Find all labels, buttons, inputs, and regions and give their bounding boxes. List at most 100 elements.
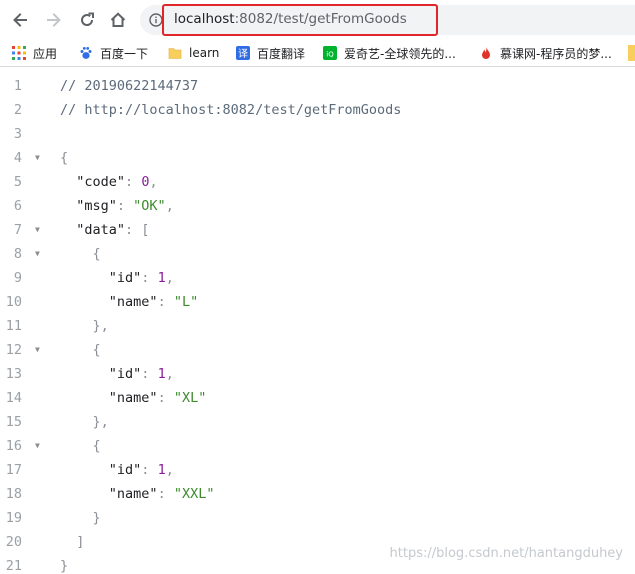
info-icon[interactable] (149, 13, 163, 27)
code-text: "code": 0, (60, 170, 158, 194)
svg-text:译: 译 (238, 48, 248, 60)
bookmark-label: 慕课网-程序员的梦... (500, 46, 612, 61)
bookmark-iqiyi[interactable]: iQ 爱奇艺-全球领先的... (323, 44, 456, 62)
token-punc: , (165, 366, 174, 382)
code-text: { (60, 338, 101, 362)
code-text: "data": [ (60, 218, 149, 242)
token-str: "XL" (173, 390, 207, 406)
address-bar[interactable]: localhost:8082/test/getFromGoods (140, 5, 635, 35)
code-text: }, (60, 410, 109, 434)
token-key: "id" (108, 270, 142, 286)
home-button[interactable] (106, 8, 130, 32)
code-line: 3 (0, 122, 635, 146)
bookmark-baidu[interactable]: 百度一下 (79, 44, 148, 62)
code-text: "name": "XXL" (60, 482, 215, 506)
forward-button[interactable] (42, 8, 66, 32)
token-punc: : (116, 198, 134, 214)
token-punc: { (92, 246, 101, 262)
json-viewer: 1 // 20190622144737 2 // http://localhost:8… (0, 74, 635, 574)
code-line: 18 "name": "XXL" (0, 482, 635, 506)
fold-toggle-icon[interactable]: ▼ (35, 338, 43, 362)
token-str: "OK" (133, 198, 166, 214)
bookmarks-bar: 应用 百度一下 learn 译 百度翻译 iQ 爱奇艺-全球领先的... 慕课网… (0, 40, 635, 67)
token-punc: , (165, 270, 174, 286)
line-number: 15 (5, 414, 22, 430)
line-number: 8 (13, 246, 22, 262)
code-text: { (60, 146, 68, 170)
code-line: 6 "msg": "OK", (0, 194, 635, 218)
svg-text:iQ: iQ (326, 51, 334, 59)
code-text: // http://localhost:8082/test/getFromGoo… (60, 98, 401, 122)
line-number: 16 (5, 438, 22, 454)
fold-toggle-icon[interactable]: ▼ (35, 218, 43, 242)
line-number: 4 (13, 150, 22, 166)
line-number: 14 (5, 390, 22, 406)
code-text: { (60, 434, 101, 458)
line-number: 20 (5, 534, 22, 550)
fold-toggle-icon[interactable]: ▼ (35, 434, 43, 458)
code-text: { (60, 242, 101, 266)
token-comment: // http://localhost:8082/test/getFromGoo… (60, 102, 402, 118)
bookmark-apps[interactable]: 应用 (12, 44, 57, 62)
fold-toggle-icon[interactable]: ▼ (35, 146, 43, 170)
token-punc: : (157, 294, 174, 310)
token-key: "id" (108, 366, 142, 382)
home-icon (110, 12, 126, 27)
bookmark-label: 爱奇艺-全球领先的... (344, 46, 456, 61)
bookmark-label: learn (189, 46, 220, 60)
token-punc: : (141, 366, 158, 382)
url-path: :8082/test/getFromGoods (234, 11, 407, 27)
url-text[interactable]: localhost:8082/test/getFromGoods (174, 11, 407, 27)
code-line: 2 // http://localhost:8082/test/getFromGo… (0, 98, 635, 122)
token-key: "code" (76, 174, 126, 190)
line-number: 3 (13, 126, 22, 142)
bookmark-imooc[interactable]: 慕课网-程序员的梦... (479, 44, 612, 62)
token-str: "L" (173, 294, 199, 310)
token-punc: ] (76, 534, 85, 550)
token-punc: , (165, 198, 174, 214)
token-punc: }, (92, 318, 109, 334)
token-comment: // 20190622144737 (60, 78, 199, 94)
token-punc: : (157, 390, 174, 406)
folder-icon (168, 48, 182, 59)
code-line: 1 // 20190622144737 (0, 74, 635, 98)
bookmark-baidu-translate[interactable]: 译 百度翻译 (236, 44, 305, 62)
code-line: 9 "id": 1, (0, 266, 635, 290)
reload-button[interactable] (75, 8, 99, 32)
code-line: 5 "code": 0, (0, 170, 635, 194)
bookmark-overflow-folder-icon[interactable] (628, 45, 635, 61)
token-key: "name" (108, 294, 158, 310)
token-punc: : (157, 486, 174, 502)
browser-toolbar: localhost:8082/test/getFromGoods (0, 0, 635, 40)
bookmark-label: 百度一下 (100, 46, 149, 61)
code-text: } (60, 506, 101, 530)
code-text: "name": "L" (60, 290, 198, 314)
token-punc: , (165, 462, 174, 478)
line-number: 2 (13, 102, 22, 118)
back-button[interactable] (8, 8, 32, 32)
line-number: 6 (13, 198, 22, 214)
line-number: 13 (5, 366, 22, 382)
code-line: 11 }, (0, 314, 635, 338)
bookmark-learn-folder[interactable]: learn (168, 44, 219, 62)
fold-toggle-icon[interactable]: ▼ (35, 242, 43, 266)
token-punc: { (92, 342, 101, 358)
forward-arrow-icon (47, 13, 61, 27)
token-punc: , (149, 174, 158, 190)
token-num: 1 (157, 462, 166, 478)
token-punc: : (125, 174, 142, 190)
apps-grid-icon (12, 46, 26, 60)
code-line: 8 ▼ { (0, 242, 635, 266)
url-host: localhost (174, 11, 235, 27)
code-text: }, (60, 314, 109, 338)
line-number: 1 (13, 78, 22, 94)
